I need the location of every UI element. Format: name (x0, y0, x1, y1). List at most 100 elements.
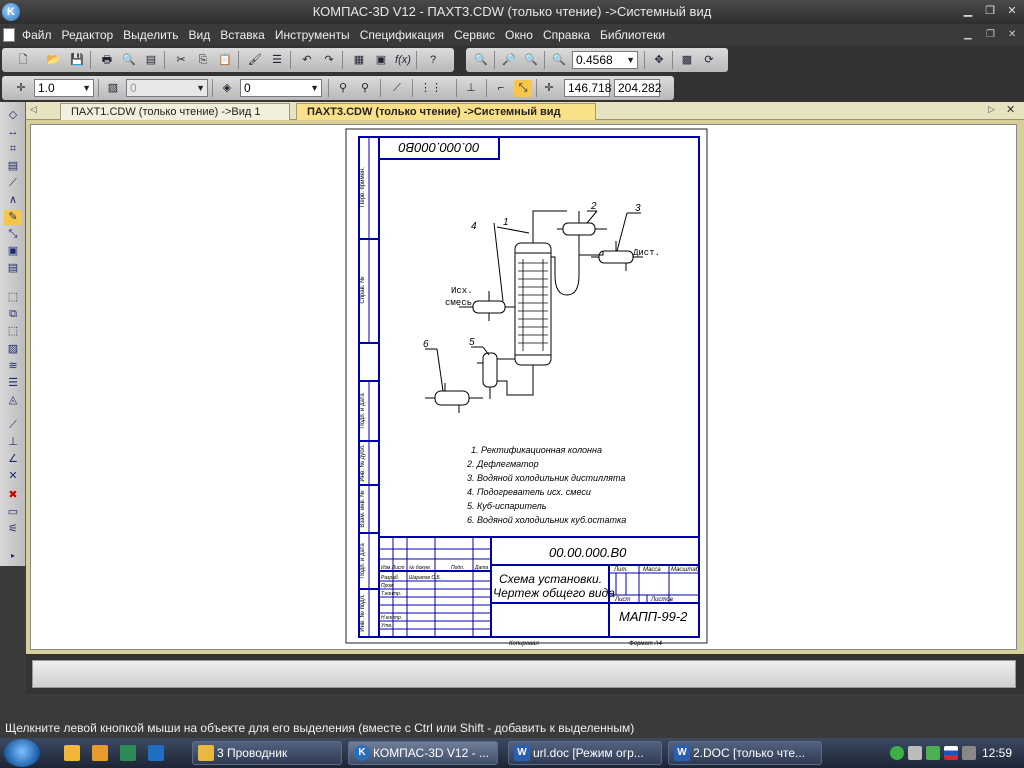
layer-field[interactable]: 0 ▼ (240, 79, 322, 97)
new-document-icon[interactable]: 🗋 (14, 52, 32, 69)
zoom-scale-icon[interactable]: 🔍 (550, 52, 568, 69)
menu-view[interactable]: Вид (184, 28, 216, 42)
menu-help[interactable]: Справка (538, 28, 595, 42)
minimize-button[interactable]: ▁ (960, 4, 976, 18)
show-desktop-icon[interactable] (148, 745, 164, 761)
spec-icon[interactable]: ▤ (4, 159, 22, 174)
selection-icon[interactable]: ⤡ (4, 227, 22, 242)
properties-icon[interactable]: ▤ (142, 52, 160, 69)
language-flag-icon[interactable] (944, 746, 958, 760)
editing-icon[interactable]: ⟋ (4, 176, 22, 191)
tree-icon[interactable]: ⚟ (4, 522, 22, 537)
snap-icon[interactable]: ⚲ (334, 80, 352, 97)
snap-step-icon[interactable]: ✛ (12, 80, 30, 97)
group-icon[interactable]: ⬚ (4, 324, 22, 339)
parametrization-icon[interactable]: ∧ (4, 193, 22, 208)
signal-icon[interactable] (962, 746, 976, 760)
network-icon[interactable] (926, 746, 940, 760)
area-icon[interactable]: ◬ (4, 393, 22, 408)
refresh-view-icon[interactable]: ▩ (678, 52, 696, 69)
menu-select[interactable]: Выделить (118, 28, 183, 42)
zoom-out-icon[interactable]: 🔍 (522, 52, 540, 69)
taskbar-explorer[interactable]: 3 Проводник (192, 741, 342, 765)
line-icon[interactable]: ⟋ (4, 418, 22, 433)
menu-file[interactable]: Файл (17, 28, 57, 42)
format-painter-icon[interactable]: 🖌 (246, 52, 264, 69)
fragment-icon[interactable]: ⬚ (4, 290, 22, 305)
undo-icon[interactable]: ↶ (298, 52, 316, 69)
taskbar-word-2doc[interactable]: W 2.DOC [только чте... (668, 741, 822, 765)
symbols-icon[interactable]: ⌗ (4, 142, 22, 157)
pan-icon[interactable]: ✥ (650, 52, 668, 69)
tabs-scroll-left-icon[interactable]: ◁ (30, 104, 37, 115)
print-preview-icon[interactable]: 🔍 (120, 52, 138, 69)
cursor-x-field[interactable]: 146.718 (564, 79, 611, 97)
ortho-mode-icon[interactable]: ⌐ (492, 80, 510, 97)
associative-view-icon[interactable]: ▣ (4, 244, 22, 259)
print-icon[interactable]: 🖶 (98, 52, 116, 69)
document-icon[interactable] (3, 28, 15, 42)
doc-restore-button[interactable]: ❐ (986, 29, 995, 40)
paste-icon[interactable]: 📋 (216, 52, 234, 69)
dim-line-icon[interactable]: ⊥ (4, 435, 22, 450)
tab-paxt3[interactable]: ПАХТ3.CDW (только чтение) ->Системный ви… (296, 103, 596, 120)
media-player-icon[interactable] (64, 745, 80, 761)
stack-icon[interactable]: ☰ (4, 376, 22, 391)
frame-icon[interactable]: ▭ (4, 505, 22, 520)
manager-icon[interactable]: ▦ (350, 52, 368, 69)
angle-icon[interactable]: ∠ (4, 452, 22, 467)
taskbar-kompas[interactable]: K КОМПАС-3D V12 - ... (348, 741, 498, 765)
menu-insert[interactable]: Вставка (215, 28, 270, 42)
menu-specification[interactable]: Спецификация (355, 28, 449, 42)
local-snap-icon[interactable]: ⚲ (356, 80, 374, 97)
grid-icon[interactable]: ⋮⋮ (420, 80, 442, 97)
doc-close-button[interactable]: ✕ (1008, 29, 1016, 40)
hatch-icon[interactable]: ▨ (4, 342, 22, 357)
close-button[interactable]: ✕ (1004, 4, 1020, 18)
quicklaunch-app-icon[interactable] (92, 745, 108, 761)
library-icon[interactable]: ▣ (372, 52, 390, 69)
quicklaunch-app-icon-2[interactable] (120, 745, 136, 761)
report-icon[interactable]: ▤ (4, 261, 22, 276)
tabs-scroll-right-icon[interactable]: ▷ (988, 104, 995, 115)
axis-icon[interactable]: ✕ (4, 469, 22, 484)
menu-service[interactable]: Сервис (449, 28, 500, 42)
coordinate-system-icon[interactable]: ⊥ (462, 80, 480, 97)
volume-icon[interactable] (908, 746, 922, 760)
geometry-icon[interactable]: ◇ (4, 108, 22, 123)
help-pointer-icon[interactable]: ? (424, 52, 442, 69)
orthogonal-icon[interactable]: ⟋ (388, 80, 406, 97)
list-icon[interactable]: ☰ (268, 52, 286, 69)
cursor-y-field[interactable]: 204.282 (614, 79, 661, 97)
delete-icon[interactable]: ✖ (4, 488, 22, 503)
tray-app-icon[interactable] (890, 746, 904, 760)
zoom-in-icon[interactable]: 🔍 (472, 52, 490, 69)
insert-view-icon[interactable]: ⧉ (4, 307, 22, 322)
regenerate-icon[interactable]: ⟳ (700, 52, 718, 69)
drawing-canvas[interactable]: 00.000.000В0 Перв. примен. Справ. № Подп… (30, 124, 1017, 650)
menu-window[interactable]: Окно (500, 28, 538, 42)
menu-libraries[interactable]: Библиотеки (595, 28, 670, 42)
round-mode-icon[interactable]: ⤡ (514, 80, 532, 97)
copy-icon[interactable]: ⎘ (194, 52, 212, 69)
taskbar-word-url[interactable]: W url.doc [Режим огр... (508, 741, 662, 765)
start-button[interactable] (4, 739, 40, 767)
strip-expand-icon[interactable]: ▸ (4, 548, 22, 563)
menu-tools[interactable]: Инструменты (270, 28, 355, 42)
zoom-window-icon[interactable]: 🔎 (500, 52, 518, 69)
zoom-field[interactable]: 0.4568 ▼ (572, 51, 638, 69)
layers-tool-icon[interactable]: ≋ (4, 359, 22, 374)
layers-icon[interactable]: ◈ (218, 80, 236, 97)
open-folder-icon[interactable]: 📂 (44, 52, 62, 69)
measure-icon[interactable]: ✎ (4, 210, 22, 225)
dimensions-icon[interactable]: ↔ (4, 125, 22, 140)
view-icon[interactable]: ▧ (104, 80, 122, 97)
tab-paxt1[interactable]: ПАХТ1.CDW (только чтение) ->Вид 1 (60, 103, 290, 120)
tab-close-icon[interactable]: ✕ (1006, 103, 1015, 116)
menu-editor[interactable]: Редактор (57, 28, 119, 42)
cut-icon[interactable]: ✂ (172, 52, 190, 69)
save-icon[interactable]: 💾 (68, 52, 86, 69)
cursor-coords-icon[interactable]: ✛ (540, 80, 558, 97)
redo-icon[interactable]: ↷ (320, 52, 338, 69)
variables-icon[interactable]: f(x) (394, 52, 412, 69)
